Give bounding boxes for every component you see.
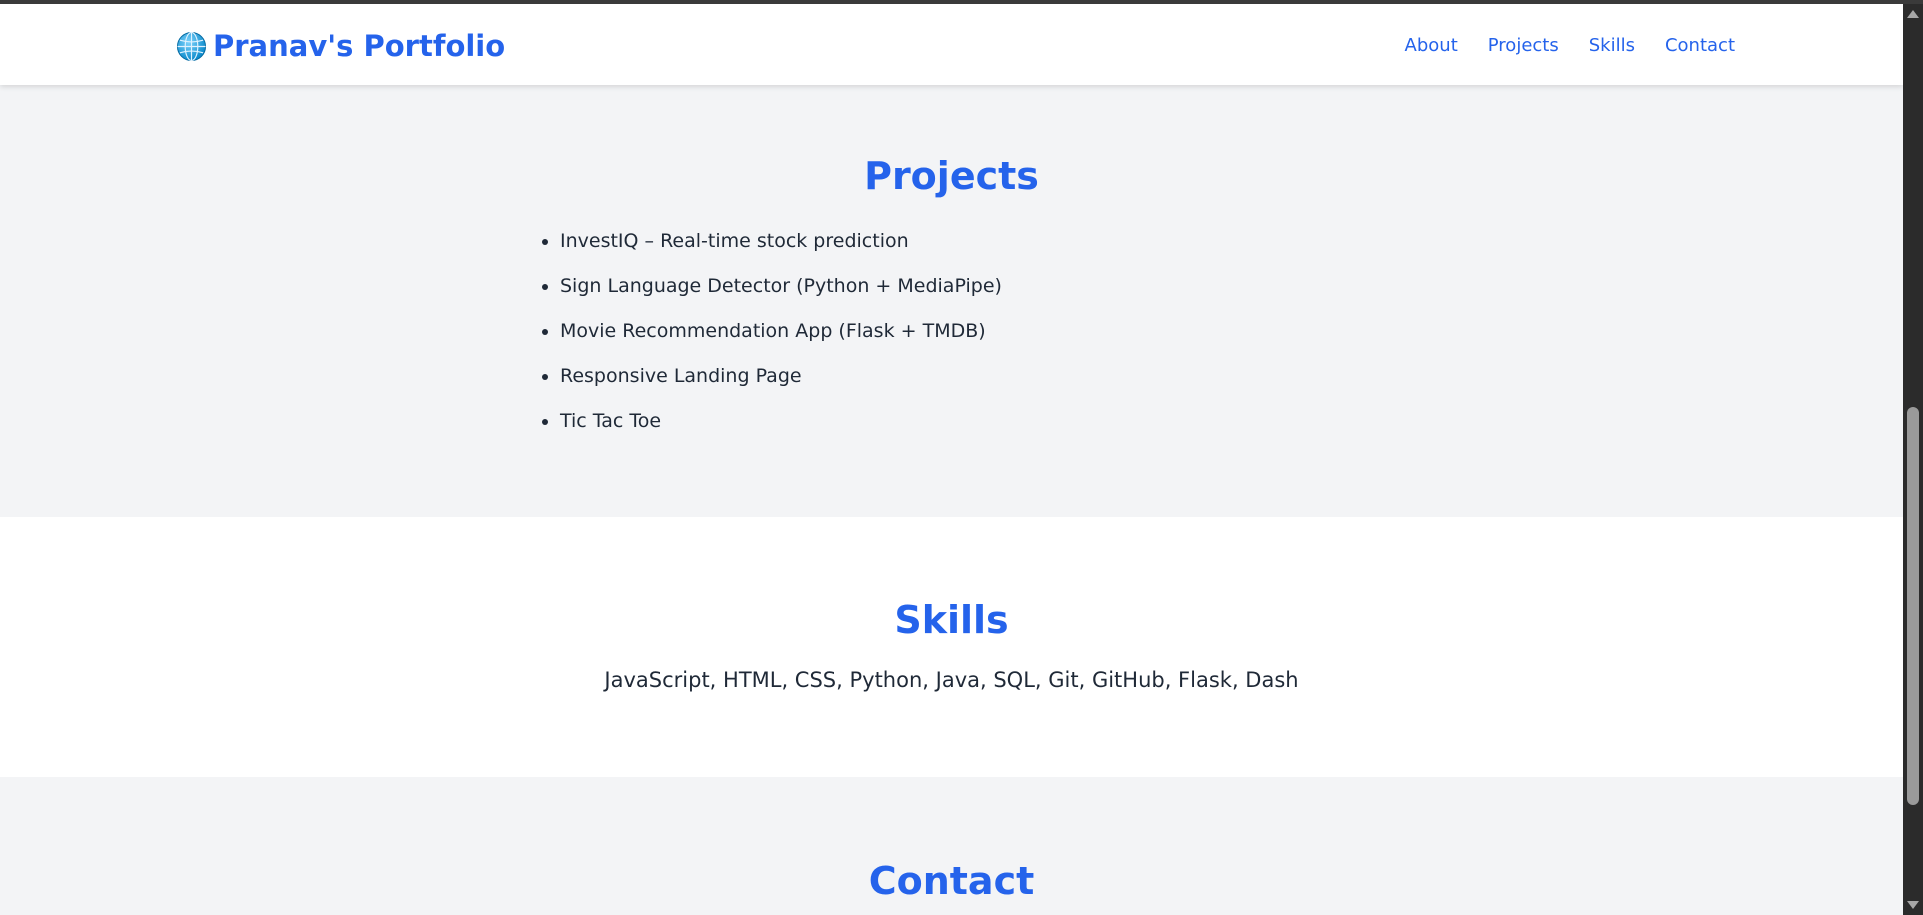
skills-section: Skills JavaScript, HTML, CSS, Python, Ja… [0,517,1903,777]
projects-list: InvestIQ – Real-time stock prediction Si… [530,227,1002,452]
project-item-landing-page: Responsive Landing Page [560,362,1002,390]
scroll-up-arrow-icon[interactable] [1907,10,1919,18]
nav-link-skills[interactable]: Skills [1589,34,1635,58]
portfolio-page: Pranav's Portfolio About Projects Skills… [0,0,1903,915]
globe-icon [176,31,207,62]
project-item-movie-recommendation: Movie Recommendation App (Flask + TMDB) [560,317,1002,345]
nav-link-about[interactable]: About [1405,34,1458,58]
contact-heading: Contact [868,859,1035,903]
projects-section: Projects InvestIQ – Real-time stock pred… [0,85,1903,517]
skills-heading: Skills [894,598,1009,642]
projects-heading: Projects [864,154,1039,198]
skills-list-text: JavaScript, HTML, CSS, Python, Java, SQL… [604,668,1299,692]
contact-section: Contact [0,777,1903,915]
browser-viewport: Pranav's Portfolio About Projects Skills… [0,0,1923,915]
navbar: Pranav's Portfolio About Projects Skills… [0,4,1903,85]
nav-links: About Projects Skills Contact [1405,34,1735,58]
nav-link-contact[interactable]: Contact [1665,34,1735,58]
project-item-tic-tac-toe: Tic Tac Toe [560,407,1002,435]
window-top-border [0,0,1923,4]
project-item-sign-language-detector: Sign Language Detector (Python + MediaPi… [560,272,1002,300]
nav-link-projects[interactable]: Projects [1488,34,1559,58]
scrollbar-thumb[interactable] [1907,407,1919,805]
vertical-scrollbar[interactable] [1903,4,1923,915]
scroll-down-arrow-icon[interactable] [1907,901,1919,909]
brand-title: Pranav's Portfolio [213,29,506,63]
project-item-investiq: InvestIQ – Real-time stock prediction [560,227,1002,255]
brand-link[interactable]: Pranav's Portfolio [176,28,505,64]
